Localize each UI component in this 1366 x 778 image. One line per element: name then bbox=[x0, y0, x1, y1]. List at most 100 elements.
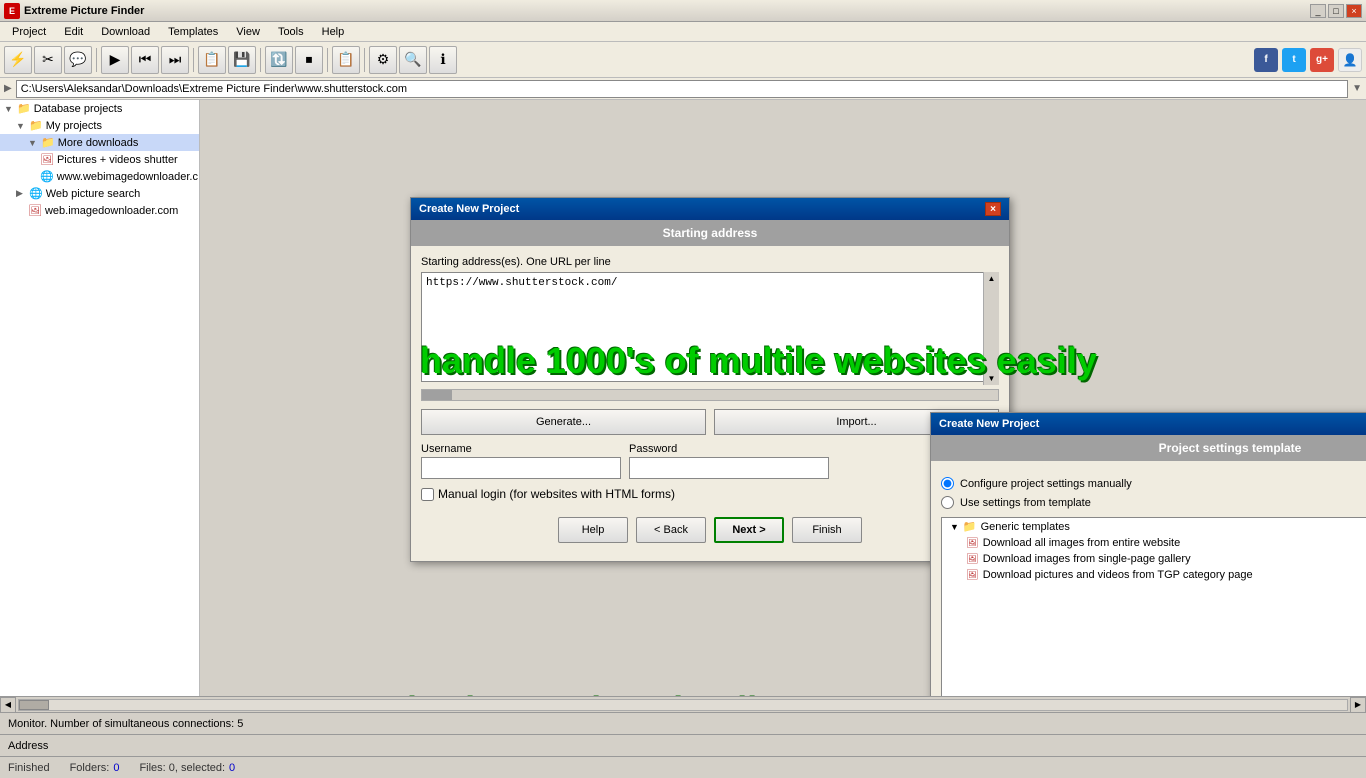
tree-item-2[interactable]: 🖼 Download pictures and videos from TGP … bbox=[942, 567, 1366, 583]
password-input[interactable] bbox=[629, 457, 829, 479]
tree-webimg2-label: web.imagedownloader.com bbox=[45, 205, 178, 217]
files-section: Files: 0, selected: 0 bbox=[139, 762, 235, 774]
facebook-icon[interactable]: f bbox=[1254, 48, 1278, 72]
tree-item-1[interactable]: 🖼 Download images from single-page galle… bbox=[942, 551, 1366, 567]
radio2-label: Use settings from template bbox=[960, 497, 1091, 509]
scroll-up-icon[interactable]: ▲ bbox=[988, 274, 996, 283]
title-bar: E Extreme Picture Finder _ □ × bbox=[0, 0, 1366, 22]
tree-item-0-label: Download all images from entire website bbox=[983, 537, 1180, 549]
img-icon-t1: 🖼 bbox=[966, 538, 979, 549]
tree-pictures-videos[interactable]: 🖼 Pictures + videos shutter bbox=[0, 151, 199, 168]
folders-value: 0 bbox=[113, 762, 119, 774]
scroll-track[interactable] bbox=[18, 699, 1348, 711]
username-input[interactable] bbox=[421, 457, 621, 479]
tree-item-2-label: Download pictures and videos from TGP ca… bbox=[983, 569, 1253, 581]
monitor-text: Monitor. Number of simultaneous connecti… bbox=[8, 718, 243, 730]
tree-my-projects[interactable]: ▼ 📁 My projects bbox=[0, 117, 199, 134]
dialog1-url-textarea[interactable]: https://www.shutterstock.com/ bbox=[421, 272, 999, 382]
dialog2-header: Project settings template bbox=[931, 435, 1366, 461]
menu-project[interactable]: Project bbox=[4, 24, 54, 40]
address-label-bar: Address bbox=[0, 734, 1366, 756]
folders-label: Folders: bbox=[70, 762, 110, 774]
toolbar-copy[interactable]: 📋 bbox=[332, 46, 360, 74]
img-icon-t2: 🖼 bbox=[966, 554, 979, 565]
tree-item-0[interactable]: 🖼 Download all images from entire websit… bbox=[942, 535, 1366, 551]
dialog1-next-btn[interactable]: Next > bbox=[714, 517, 784, 543]
scroll-left-btn[interactable]: ◀ bbox=[0, 697, 16, 713]
expand-icon3: ▼ bbox=[28, 138, 38, 148]
gplus-icon[interactable]: g+ bbox=[1310, 48, 1334, 72]
tree-webimagedownloader[interactable]: 🌐 www.webimagedownloader.c bbox=[0, 168, 199, 185]
scroll-thumb[interactable] bbox=[19, 700, 49, 710]
status-bar: Finished Folders: 0 Files: 0, selected: … bbox=[0, 756, 1366, 778]
tree-web-picture-search[interactable]: ▶ 🌐 Web picture search bbox=[0, 185, 199, 202]
files-label: Files: 0, selected: bbox=[139, 762, 225, 774]
tree-generic-root[interactable]: ▼ 📁 Generic templates bbox=[942, 518, 1366, 535]
right-panel: handle 1000's of multile websites easily… bbox=[200, 100, 1366, 696]
folders-section: Folders: 0 bbox=[70, 762, 120, 774]
menu-view[interactable]: View bbox=[228, 24, 268, 40]
window-controls[interactable]: _ □ × bbox=[1310, 4, 1362, 18]
tree-database-projects[interactable]: ▼ 📁 Database projects bbox=[0, 100, 199, 117]
scroll-right-btn[interactable]: ▶ bbox=[1350, 697, 1366, 713]
radio1-row: Configure project settings manually bbox=[941, 477, 1366, 490]
radio2-input[interactable] bbox=[941, 496, 954, 509]
toolbar-settings[interactable]: ⚙ bbox=[369, 46, 397, 74]
twitter-icon[interactable]: t bbox=[1282, 48, 1306, 72]
toolbar-play[interactable]: ▶ bbox=[101, 46, 129, 74]
address-bar: ▶ ▼ bbox=[0, 78, 1366, 100]
tree-item-1-label: Download images from single-page gallery bbox=[983, 553, 1191, 565]
expand-icon2: ▼ bbox=[16, 121, 26, 131]
dialog1-help-btn[interactable]: Help bbox=[558, 517, 628, 543]
toolbar-prev[interactable]: ⏮ bbox=[131, 46, 159, 74]
email-icon[interactable]: 👤 bbox=[1338, 48, 1362, 72]
manual-login-row: Manual login (for websites with HTML for… bbox=[421, 487, 999, 501]
maximize-btn[interactable]: □ bbox=[1328, 4, 1344, 18]
tree-more-downloads[interactable]: ▼ 📁 More downloads bbox=[0, 134, 199, 151]
username-group: Username bbox=[421, 443, 621, 479]
manual-login-checkbox[interactable] bbox=[421, 488, 434, 501]
toolbar-clipboard[interactable]: 📋 bbox=[198, 46, 226, 74]
dialog1-finish-btn[interactable]: Finish bbox=[792, 517, 862, 543]
toolbar-comment[interactable]: 💬 bbox=[64, 46, 92, 74]
dialog1-close-btn[interactable]: × bbox=[985, 202, 1001, 216]
template-tree: ▼ 📁 Generic templates 🖼 Download all ima… bbox=[941, 517, 1366, 696]
dialog1-title-bar: Create New Project × bbox=[411, 198, 1009, 220]
toolbar-cut[interactable]: ✂ bbox=[34, 46, 62, 74]
globe-icon1: 🌐 bbox=[40, 170, 54, 183]
app-icon: E bbox=[4, 3, 20, 19]
expand-icon: ▼ bbox=[4, 104, 14, 114]
scroll-down-icon[interactable]: ▼ bbox=[988, 374, 996, 383]
dialog1-back-btn[interactable]: < Back bbox=[636, 517, 706, 543]
address-input[interactable] bbox=[16, 80, 1348, 98]
dialog1-body: Starting address(es). One URL per line h… bbox=[411, 246, 1009, 561]
toolbar-refresh[interactable]: 🔃 bbox=[265, 46, 293, 74]
radio1-input[interactable] bbox=[941, 477, 954, 490]
dialog1-buttons: Help < Back Next > Finish bbox=[421, 509, 999, 551]
close-btn[interactable]: × bbox=[1346, 4, 1362, 18]
menu-tools[interactable]: Tools bbox=[270, 24, 312, 40]
tree-webimage-label: www.webimagedownloader.c bbox=[57, 171, 198, 183]
folder-icon-t: 📁 bbox=[963, 520, 977, 533]
menu-help[interactable]: Help bbox=[314, 24, 353, 40]
tree-root-label: Generic templates bbox=[981, 521, 1070, 533]
img-icon1: 🖼 bbox=[40, 153, 54, 166]
toolbar-stop[interactable]: ⏹ bbox=[295, 46, 323, 74]
toolbar-save[interactable]: 💾 bbox=[228, 46, 256, 74]
dialog2-title: Create New Project bbox=[939, 418, 1039, 430]
toolbar-info[interactable]: ℹ bbox=[429, 46, 457, 74]
toolbar-search[interactable]: 🔍 bbox=[399, 46, 427, 74]
monitor-bar: Monitor. Number of simultaneous connecti… bbox=[0, 712, 1366, 734]
dialog2-title-bar: Create New Project × bbox=[931, 413, 1366, 435]
menu-edit[interactable]: Edit bbox=[56, 24, 91, 40]
credentials-row: Username Password bbox=[421, 443, 999, 479]
tree-web-imagedownloader[interactable]: 🖼 web.imagedownloader.com bbox=[0, 202, 199, 219]
menu-templates[interactable]: Templates bbox=[160, 24, 226, 40]
menu-download[interactable]: Download bbox=[93, 24, 158, 40]
minimize-btn[interactable]: _ bbox=[1310, 4, 1326, 18]
toolbar-new[interactable]: ⚡ bbox=[4, 46, 32, 74]
dialog-create-project-2: Create New Project × Project settings te… bbox=[930, 412, 1366, 696]
toolbar-next[interactable]: ⏭ bbox=[161, 46, 189, 74]
toolbar-sep2 bbox=[193, 48, 194, 72]
generate-btn[interactable]: Generate... bbox=[421, 409, 706, 435]
